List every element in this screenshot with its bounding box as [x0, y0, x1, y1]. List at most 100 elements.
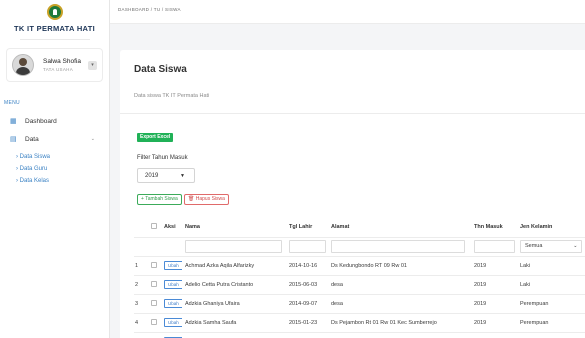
header-nama[interactable]: Nama: [182, 218, 286, 238]
header-tgl-lahir[interactable]: Tgl Lahir: [286, 218, 328, 238]
top-bar: DASHBOARD / TU / SISWA: [110, 0, 585, 24]
table-row: 2 Ubah Adelio Cetta Putra Cristanto 2015-06…: [134, 275, 585, 295]
select-all-checkbox[interactable]: [151, 223, 157, 230]
cell-nama: Adzkia Ghaniya Ufaira: [182, 294, 286, 314]
cell-alamat: Ds Pejambon Kabh: [328, 332, 471, 338]
header-thn-masuk[interactable]: Thn Masuk: [471, 218, 517, 238]
filter-gender-select[interactable]: Semua ⌄: [520, 240, 583, 253]
filter-nama-input[interactable]: [185, 240, 282, 253]
row-checkbox-cell[interactable]: [148, 275, 161, 295]
cell-thn-masuk: 2019: [471, 313, 517, 333]
header-no: [134, 218, 148, 238]
row-checkbox[interactable]: [151, 261, 157, 268]
row-number: 1: [134, 256, 148, 276]
cell-alamat: Ds Kedungbondo RT 09 Rw 01: [328, 256, 471, 276]
content-card: Data Siswa Data siswa TK IT Permata Hati…: [120, 50, 585, 338]
header-jen-kelamin[interactable]: Jen Kelamin: [517, 218, 585, 238]
chevron-down-icon[interactable]: ▾: [88, 60, 97, 70]
cell-tgl-lahir: 2014-10-20: [286, 332, 328, 338]
row-action-cell: Ubah: [161, 294, 182, 314]
cell-nama: Adzkia Sasha Saufa: [182, 332, 286, 338]
school-logo: [46, 4, 63, 20]
cell-jen-kelamin: Perempuan: [517, 313, 585, 333]
brand-divider: [19, 39, 90, 40]
year-select-value: 2019: [145, 173, 159, 179]
row-action-cell: Ubah: [161, 275, 182, 295]
cell-tgl-lahir: 2014-09-07: [286, 294, 328, 314]
sidebar: TK IT PERMATA HATI Salwa Shofia TATA USA…: [0, 0, 110, 338]
table-filter-row: Semua ⌄: [134, 237, 585, 257]
cell-jen-kelamin: Perempuan: [517, 294, 585, 314]
row-action-cell: Ubah: [161, 256, 182, 276]
menu-label: MENU: [4, 100, 20, 106]
table-row: 3 Ubah Adzkia Ghaniya Ufaira 2014-09-07 desa…: [134, 294, 585, 314]
edit-button[interactable]: Ubah: [164, 299, 182, 308]
user-card[interactable]: Salwa Shofia TATA USAHA ▾: [6, 48, 103, 82]
cell-nama: Achmad Azka Aqila Alfarizky: [182, 256, 286, 276]
sidebar-item-data-kelas[interactable]: Data Kelas: [16, 175, 109, 187]
header-alamat[interactable]: Alamat: [328, 218, 471, 238]
avatar: [12, 54, 34, 76]
cell-jen-kelamin: Laki: [517, 275, 585, 295]
export-excel-button[interactable]: Export Excel: [137, 133, 174, 142]
cell-nama: Adzkia Samha Saufa: [182, 313, 286, 333]
row-checkbox-cell[interactable]: [148, 294, 161, 314]
chevron-down-icon: ⌄: [573, 243, 578, 249]
cell-thn-masuk: 2019: [471, 332, 517, 338]
filter-tgl-lahir-input[interactable]: [289, 240, 327, 253]
row-checkbox-cell[interactable]: [148, 313, 161, 333]
cell-jen-kelamin: Perempuan: [517, 332, 585, 338]
sidebar-item-data-siswa[interactable]: Data Siswa: [16, 151, 109, 163]
edit-button[interactable]: Ubah: [164, 318, 182, 327]
cell-alamat: desa: [328, 294, 471, 314]
cell-thn-masuk: 2019: [471, 275, 517, 295]
row-action-cell: Ubah: [161, 313, 182, 333]
year-select[interactable]: 2019 ▼: [137, 168, 195, 183]
header-aksi: Aksi: [161, 218, 182, 238]
row-number: 3: [134, 294, 148, 314]
cell-tgl-lahir: 2014-10-16: [286, 256, 328, 276]
sidebar-item-data-guru[interactable]: Data Guru: [16, 163, 109, 175]
sidebar-item-dashboard[interactable]: ▦ Dashboard: [10, 115, 109, 127]
sidebar-item-label: Dashboard: [25, 117, 57, 125]
table-row: 5 UbahAdzkia Sasha Saufa2014-10-20Ds Peja…: [134, 332, 585, 338]
add-student-button[interactable]: + Tambah Siswa: [137, 194, 182, 205]
row-number: 4: [134, 313, 148, 333]
edit-button[interactable]: Ubah: [164, 280, 182, 289]
cell-nama: Adelio Cetta Putra Cristanto: [182, 275, 286, 295]
user-info: Salwa Shofia TATA USAHA: [43, 58, 88, 72]
divider: [120, 113, 585, 114]
sub-nav: Data Siswa Data Guru Data Kelas: [0, 151, 109, 187]
row-checkbox-cell[interactable]: [148, 256, 161, 276]
cell-alamat: desa: [328, 275, 471, 295]
cell-tgl-lahir: 2015-06-03: [286, 275, 328, 295]
brand: TK IT PERMATA HATI: [0, 0, 109, 40]
cell-tgl-lahir: 2015-01-23: [286, 313, 328, 333]
user-name: Salwa Shofia: [43, 58, 81, 65]
table-row: 4 Ubah Adzkia Samha Saufa 2015-01-23 Ds Peja…: [134, 313, 585, 333]
breadcrumb: DASHBOARD / TU / SISWA: [118, 7, 181, 12]
sidebar-item-label: Data: [25, 135, 39, 143]
edit-button[interactable]: Ubah: [164, 261, 182, 270]
students-table: Aksi Nama Tgl Lahir Alamat Thn Masuk Jen…: [134, 218, 585, 338]
brand-name: TK IT PERMATA HATI: [14, 24, 95, 33]
header-checkbox[interactable]: [148, 218, 161, 238]
row-checkbox[interactable]: [151, 299, 157, 306]
delete-student-button[interactable]: 🗑 Hapus Siswa: [184, 194, 229, 205]
chevron-down-icon: ⌄: [90, 136, 95, 142]
row-checkbox-cell[interactable]: [148, 332, 161, 338]
row-action-cell: Ubah: [161, 332, 182, 338]
filter-thn-masuk-input[interactable]: [474, 240, 516, 253]
sidebar-item-data[interactable]: ▤ Data ⌄: [10, 133, 109, 145]
row-checkbox[interactable]: [151, 318, 157, 325]
page-subtitle: Data siswa TK IT Permata Hati: [134, 93, 210, 99]
row-number: 5: [134, 332, 148, 338]
cell-thn-masuk: 2019: [471, 294, 517, 314]
table-header-row: Aksi Nama Tgl Lahir Alamat Thn Masuk Jen…: [134, 218, 585, 238]
row-checkbox[interactable]: [151, 280, 157, 287]
user-role: TATA USAHA: [43, 67, 74, 72]
grid-icon: ▦: [10, 117, 17, 125]
database-icon: ▤: [10, 135, 17, 143]
filter-alamat-input[interactable]: [331, 240, 466, 253]
filter-year-label: Filter Tahun Masuk: [137, 155, 188, 161]
